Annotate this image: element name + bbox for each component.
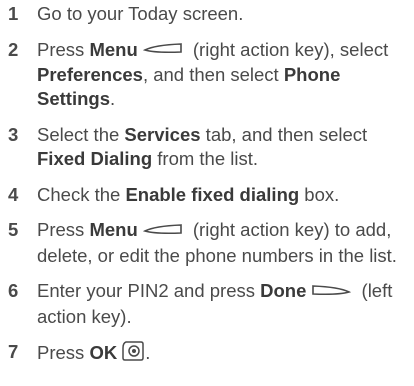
- step-3: 3 Select the Services tab, and then sele…: [8, 123, 368, 170]
- step-text: Go to your Today screen.: [37, 3, 244, 24]
- step-number: 6: [8, 280, 19, 302]
- services-label: Services: [124, 123, 201, 145]
- step-number: 2: [8, 38, 19, 60]
- step-7: 7 Press OK.: [8, 340, 412, 369]
- enable-fixed-dialing-label: Enable fixed dialing: [125, 183, 300, 205]
- step-number: 3: [8, 123, 19, 145]
- menu-label: Menu: [89, 38, 138, 60]
- step-number: 4: [8, 183, 19, 205]
- step-number: 1: [8, 3, 19, 24]
- done-label: Done: [260, 280, 307, 302]
- menu-label: Menu: [89, 219, 138, 241]
- ok-key-icon: [121, 340, 145, 369]
- ok-label: OK: [89, 342, 118, 364]
- step-5: 5 Press Menu (right action key) to add, …: [8, 219, 397, 266]
- step-4: 4 Check the Enable fixed dialing box.: [8, 183, 412, 208]
- step-number: 5: [8, 219, 19, 241]
- step-2: 2 Press Menu (right action key), select …: [8, 38, 389, 110]
- step-number: 7: [8, 341, 19, 363]
- step-1: 1 Go to your Today screen.: [8, 2, 412, 27]
- right-action-key-icon: [142, 38, 183, 63]
- step-6: 6 Enter your PIN2 and press Done (left a…: [8, 280, 393, 327]
- fixed-dialing-label: Fixed Dialing: [37, 148, 153, 170]
- right-action-key-icon: [142, 219, 183, 244]
- left-action-key-icon: [311, 280, 352, 305]
- step-text: Press: [37, 38, 90, 60]
- preferences-label: Preferences: [37, 63, 143, 85]
- instruction-list: 1 Go to your Today screen. 2 Press Menu …: [8, 0, 412, 380]
